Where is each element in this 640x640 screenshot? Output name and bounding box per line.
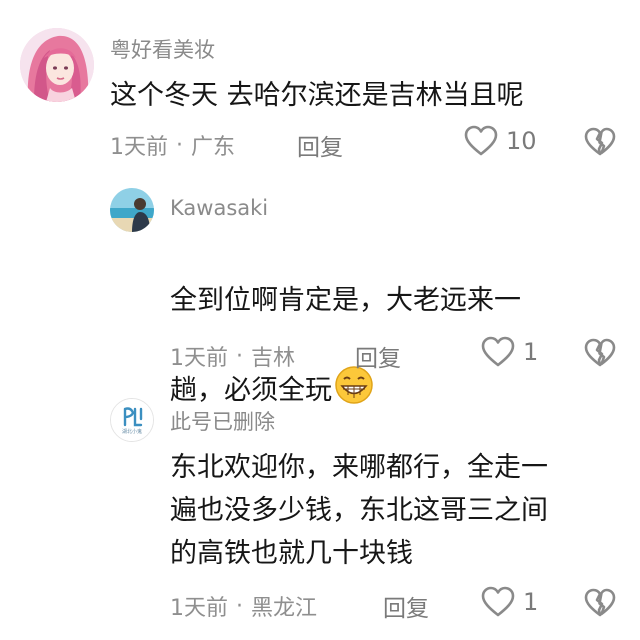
blue-logo-avatar-icon: 湖北小鬼 [111,399,153,441]
heart-icon [464,125,498,156]
comment-text: 这个冬天 去哈尔滨还是吉林当且呢 [110,80,524,111]
reply-item: 湖北小鬼 此号已删除 东北欢迎你，来哪都行，全走一 遍也没多少钱，东北这哥三之间… [0,380,640,640]
comment-username[interactable]: 此号已删除 [170,406,275,436]
pink-hair-girl-avatar-icon [20,28,94,102]
reply-item: Kawasaki 全到位啊肯定是，大老远来一 趟，必须全玩 1天前 · 吉林 回… [0,170,640,406]
reply-button[interactable]: 回复 [297,128,343,162]
comment-username[interactable]: 粤好看美妆 [110,34,215,64]
meta-separator: · [176,132,183,158]
comment-meta: 1天前 · 黑龙江 [170,590,317,622]
heart-icon [481,586,515,617]
comment-location: 广东 [191,135,236,160]
avatar[interactable]: 湖北小鬼 [110,398,154,442]
comment-list: 粤好看美妆 这个冬天 去哈尔滨还是吉林当且呢 1天前 · 广东 回复 10 Ka… [0,0,640,640]
broken-heart-icon [584,588,616,617]
comment-username[interactable]: Kawasaki [170,196,268,220]
heart-icon [481,336,515,367]
dislike-button[interactable] [584,127,616,161]
comment-meta: 1天前 · 吉林 [170,340,295,372]
reply-button[interactable]: 回复 [383,589,429,623]
avatar[interactable] [110,188,154,232]
dislike-button[interactable] [584,338,616,372]
broken-heart-icon [584,338,616,367]
meta-separator: · [236,343,243,369]
meta-separator: · [236,593,243,619]
dislike-button[interactable] [584,588,616,622]
like-button[interactable]: 10 [464,125,537,157]
like-count: 10 [506,127,537,155]
like-button[interactable]: 1 [481,586,538,618]
comment-time: 1天前 [110,135,168,160]
comment-item: 粤好看美妆 这个冬天 去哈尔滨还是吉林当且呢 1天前 · 广东 回复 10 [0,0,640,170]
reply-button[interactable]: 回复 [355,339,401,373]
comment-text: 东北欢迎你，来哪都行，全走一 遍也没多少钱，东北这哥三之间 的高铁也就几十块钱 [170,452,548,569]
like-count: 1 [523,338,539,366]
comment-location: 黑龙江 [251,596,318,621]
broken-heart-icon [584,127,616,156]
comment-time: 1天前 [170,346,228,371]
comment-time: 1天前 [170,596,228,621]
like-button[interactable]: 1 [481,336,538,368]
avatar[interactable] [20,28,94,102]
avatar-caption: 湖北小鬼 [122,428,142,435]
beach-photo-avatar-icon [110,188,154,232]
comment-location: 吉林 [251,346,296,371]
like-count: 1 [523,588,539,616]
comment-meta: 1天前 · 广东 [110,129,235,161]
